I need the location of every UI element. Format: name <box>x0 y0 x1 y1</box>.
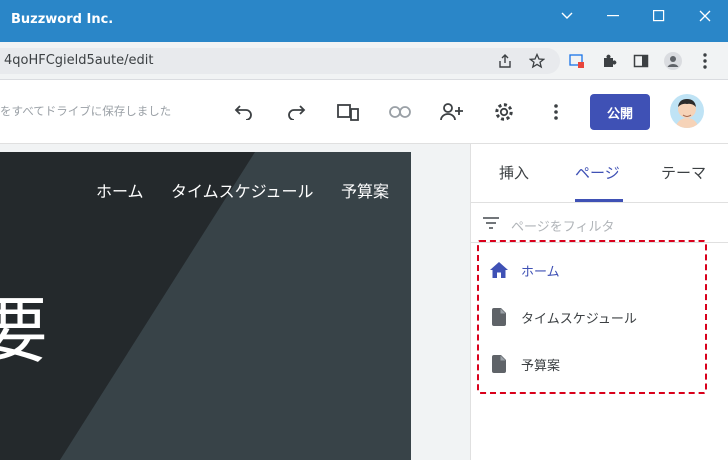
filter-placeholder: ページをフィルタ <box>511 220 615 235</box>
url-text: 4qoHFCgield5aute/edit <box>4 53 154 68</box>
share-add-person-icon[interactable] <box>440 100 464 124</box>
share-icon[interactable] <box>496 52 514 70</box>
site-nav-budget[interactable]: 予算案 <box>341 178 389 202</box>
page-filter[interactable]: ページをフィルタ <box>471 203 728 243</box>
profile-icon[interactable] <box>664 52 682 70</box>
file-icon <box>489 307 509 327</box>
editor-toolbar: をすべてドライブに保存しました 公開 <box>0 80 728 144</box>
page-item-label: タイムスケジュール <box>521 311 637 327</box>
page-item-label: 予算案 <box>521 358 561 374</box>
site-preview[interactable]: ホーム タイムスケジュール 予算案 要 <box>0 152 411 460</box>
tab-themes[interactable]: テーマ <box>661 162 706 183</box>
more-options-icon[interactable] <box>544 100 568 124</box>
preview-devices-icon[interactable] <box>336 100 360 124</box>
settings-gear-icon[interactable] <box>492 100 516 124</box>
window-titlebar: Buzzword Inc. <box>0 0 728 42</box>
filter-icon <box>483 217 499 229</box>
side-panel: 挿入 ページ テーマ ページをフィルタ ホーム タイムスケジュール 予算案 <box>470 144 728 460</box>
home-icon <box>489 260 509 280</box>
maximize-button[interactable] <box>636 0 682 32</box>
editor-canvas: ホーム タイムスケジュール 予算案 要 <box>0 144 470 460</box>
url-field[interactable]: 4qoHFCgield5aute/edit <box>0 48 560 74</box>
page-item-budget[interactable]: 予算案 <box>489 352 560 376</box>
close-button[interactable] <box>682 0 728 32</box>
site-nav-schedule[interactable]: タイムスケジュール <box>171 178 314 202</box>
file-icon <box>489 354 509 374</box>
publish-button[interactable]: 公開 <box>590 94 650 130</box>
page-item-schedule[interactable]: タイムスケジュール <box>489 305 637 329</box>
save-status: をすべてドライブに保存しました <box>0 104 172 118</box>
tab-pages[interactable]: ページ <box>575 162 620 183</box>
puzzle-icon[interactable] <box>600 52 618 70</box>
more-vert-icon[interactable] <box>696 52 714 70</box>
browser-address-bar: 4qoHFCgield5aute/edit <box>0 42 728 80</box>
chevron-down-icon[interactable] <box>544 0 590 32</box>
page-item-label: ホーム <box>521 264 560 280</box>
window-title: Buzzword Inc. <box>11 12 114 27</box>
avatar[interactable] <box>670 94 704 128</box>
tab-insert[interactable]: 挿入 <box>499 162 529 183</box>
hero-title[interactable]: 要 <box>0 272 48 377</box>
extension-screenshot-icon[interactable] <box>568 52 586 70</box>
minimize-button[interactable] <box>590 0 636 32</box>
redo-icon[interactable] <box>284 100 308 124</box>
site-nav-home[interactable]: ホーム <box>96 178 144 202</box>
side-panel-icon[interactable] <box>632 52 650 70</box>
link-icon[interactable] <box>388 100 412 124</box>
page-item-home[interactable]: ホーム <box>489 258 560 282</box>
bookmark-star-icon[interactable] <box>528 52 546 70</box>
undo-icon[interactable] <box>232 100 256 124</box>
